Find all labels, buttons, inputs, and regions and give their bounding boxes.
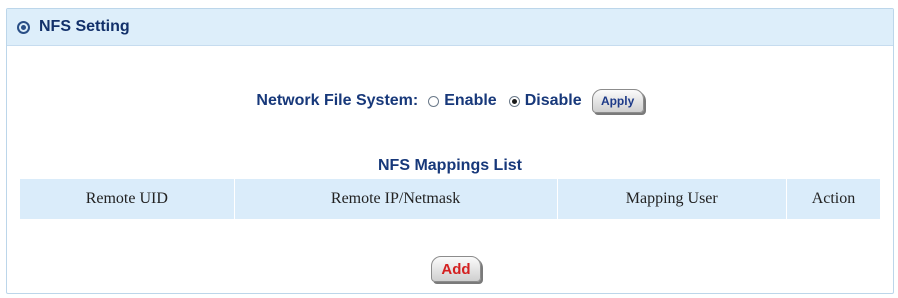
column-header-mapping-user: Mapping User [556,179,787,219]
disable-label: Disable [524,92,582,109]
disable-radio[interactable] [508,95,520,107]
enable-radio[interactable] [428,95,440,107]
mappings-table: Remote UID Remote IP/Netmask Mapping Use… [19,179,882,219]
nfs-label: Network File System: [256,92,419,109]
mappings-list-title: NFS Mappings List [378,157,522,174]
nfs-toggle-row: Network File System: Enable Disable Appl… [7,89,893,113]
enable-label: Enable [444,92,497,109]
page-title: NFS Setting [39,18,130,35]
settings-circle-icon [17,20,30,34]
column-header-remote-uid: Remote UID [19,179,235,219]
disable-option[interactable]: Disable [508,92,582,110]
column-header-remote-ip: Remote IP/Netmask [233,179,558,219]
panel-header: NFS Setting [7,9,893,46]
add-button[interactable]: Add [431,256,481,282]
table-header-row: Remote UID Remote IP/Netmask Mapping Use… [19,179,882,219]
column-header-action: Action [785,179,882,219]
nfs-setting-panel: NFS Setting Network File System: Enable … [6,8,894,294]
enable-option[interactable]: Enable [428,92,497,110]
apply-button[interactable]: Apply [591,89,644,113]
